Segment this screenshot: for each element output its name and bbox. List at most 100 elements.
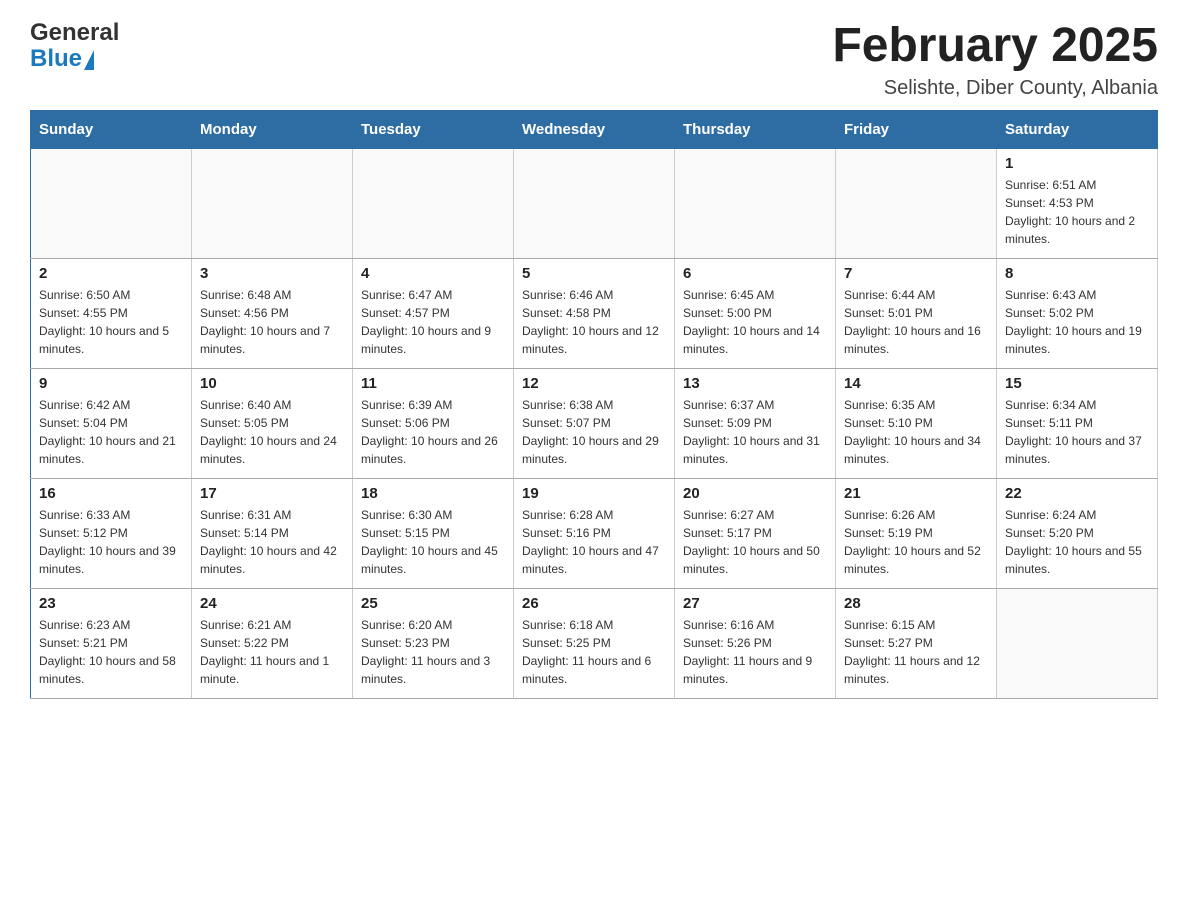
col-monday: Monday: [192, 110, 353, 148]
calendar-cell: [353, 148, 514, 258]
calendar-cell: 3 Sunrise: 6:48 AMSunset: 4:56 PMDaylight…: [192, 258, 353, 368]
day-info: Sunrise: 6:47 AMSunset: 4:57 PMDaylight:…: [361, 286, 505, 358]
day-info: Sunrise: 6:48 AMSunset: 4:56 PMDaylight:…: [200, 286, 344, 358]
day-number: 10: [200, 375, 344, 392]
day-info: Sunrise: 6:21 AMSunset: 5:22 PMDaylight:…: [200, 616, 344, 688]
calendar-cell: [514, 148, 675, 258]
col-tuesday: Tuesday: [353, 110, 514, 148]
title-block: February 2025 Selishte, Diber County, Al…: [832, 20, 1158, 100]
col-saturday: Saturday: [997, 110, 1158, 148]
calendar-table: Sunday Monday Tuesday Wednesday Thursday…: [30, 110, 1158, 699]
day-info: Sunrise: 6:26 AMSunset: 5:19 PMDaylight:…: [844, 506, 988, 578]
logo-blue-text: Blue: [30, 46, 82, 72]
logo-general: General: [30, 20, 119, 46]
day-number: 15: [1005, 375, 1149, 392]
calendar-week-3: 9Sunrise: 6:42 AMSunset: 5:04 PMDaylight…: [31, 368, 1158, 478]
page-header: General Blue February 2025 Selishte, Dib…: [30, 20, 1158, 100]
calendar-cell: 12Sunrise: 6:38 AMSunset: 5:07 PMDayligh…: [514, 368, 675, 478]
calendar-cell: 1Sunrise: 6:51 AMSunset: 4:53 PMDaylight…: [997, 148, 1158, 258]
day-number: 6: [683, 265, 827, 282]
day-number: 27: [683, 595, 827, 612]
day-number: 21: [844, 485, 988, 502]
day-info: Sunrise: 6:30 AMSunset: 5:15 PMDaylight:…: [361, 506, 505, 578]
col-sunday: Sunday: [31, 110, 192, 148]
calendar-cell: 10 Sunrise: 6:40 AMSunset: 5:05 PMDayligh…: [192, 368, 353, 478]
day-info: Sunrise: 6:51 AMSunset: 4:53 PMDaylight:…: [1005, 176, 1149, 248]
calendar-cell: 6Sunrise: 6:45 AMSunset: 5:00 PMDaylight…: [675, 258, 836, 368]
calendar-cell: 7 Sunrise: 6:44 AMSunset: 5:01 PMDaylight…: [836, 258, 997, 368]
calendar-cell: [997, 588, 1158, 698]
day-info: Sunrise: 6:23 AMSunset: 5:21 PMDaylight:…: [39, 616, 183, 688]
day-info: Sunrise: 6:31 AMSunset: 5:14 PMDaylight:…: [200, 506, 344, 578]
calendar-cell: 5Sunrise: 6:46 AMSunset: 4:58 PMDaylight…: [514, 258, 675, 368]
day-info: Sunrise: 6:15 AMSunset: 5:27 PMDaylight:…: [844, 616, 988, 688]
day-info: Sunrise: 6:44 AMSunset: 5:01 PMDaylight:…: [844, 286, 988, 358]
day-info: Sunrise: 6:33 AMSunset: 5:12 PMDaylight:…: [39, 506, 183, 578]
calendar-cell: 23 Sunrise: 6:23 AMSunset: 5:21 PMDayligh…: [31, 588, 192, 698]
calendar-cell: 27 Sunrise: 6:16 AMSunset: 5:26 PMDayligh…: [675, 588, 836, 698]
calendar-cell: 13 Sunrise: 6:37 AMSunset: 5:09 PMDayligh…: [675, 368, 836, 478]
col-thursday: Thursday: [675, 110, 836, 148]
logo-triangle-icon: [84, 50, 94, 70]
calendar-cell: 16Sunrise: 6:33 AMSunset: 5:12 PMDayligh…: [31, 478, 192, 588]
day-info: Sunrise: 6:43 AMSunset: 5:02 PMDaylight:…: [1005, 286, 1149, 358]
day-number: 9: [39, 375, 183, 392]
calendar-cell: 11Sunrise: 6:39 AMSunset: 5:06 PMDayligh…: [353, 368, 514, 478]
calendar-cell: 4 Sunrise: 6:47 AMSunset: 4:57 PMDaylight…: [353, 258, 514, 368]
day-info: Sunrise: 6:27 AMSunset: 5:17 PMDaylight:…: [683, 506, 827, 578]
day-info: Sunrise: 6:24 AMSunset: 5:20 PMDaylight:…: [1005, 506, 1149, 578]
day-number: 19: [522, 485, 666, 502]
location-subtitle: Selishte, Diber County, Albania: [832, 77, 1158, 100]
calendar-week-4: 16Sunrise: 6:33 AMSunset: 5:12 PMDayligh…: [31, 478, 1158, 588]
day-number: 14: [844, 375, 988, 392]
logo-shape: General Blue: [30, 20, 119, 73]
day-number: 8: [1005, 265, 1149, 282]
day-info: Sunrise: 6:40 AMSunset: 5:05 PMDaylight:…: [200, 396, 344, 468]
day-info: Sunrise: 6:38 AMSunset: 5:07 PMDaylight:…: [522, 396, 666, 468]
day-info: Sunrise: 6:18 AMSunset: 5:25 PMDaylight:…: [522, 616, 666, 688]
calendar-cell: [192, 148, 353, 258]
calendar-week-5: 23 Sunrise: 6:23 AMSunset: 5:21 PMDayligh…: [31, 588, 1158, 698]
calendar-cell: 8 Sunrise: 6:43 AMSunset: 5:02 PMDaylight…: [997, 258, 1158, 368]
day-number: 24: [200, 595, 344, 612]
calendar-cell: [836, 148, 997, 258]
day-number: 5: [522, 265, 666, 282]
calendar-cell: [31, 148, 192, 258]
calendar-cell: 28 Sunrise: 6:15 AMSunset: 5:27 PMDayligh…: [836, 588, 997, 698]
calendar-cell: 14 Sunrise: 6:35 AMSunset: 5:10 PMDayligh…: [836, 368, 997, 478]
day-info: Sunrise: 6:50 AMSunset: 4:55 PMDaylight:…: [39, 286, 183, 358]
day-info: Sunrise: 6:35 AMSunset: 5:10 PMDaylight:…: [844, 396, 988, 468]
day-number: 3: [200, 265, 344, 282]
calendar-cell: 20 Sunrise: 6:27 AMSunset: 5:17 PMDayligh…: [675, 478, 836, 588]
calendar-cell: 19 Sunrise: 6:28 AMSunset: 5:16 PMDayligh…: [514, 478, 675, 588]
calendar-cell: 21 Sunrise: 6:26 AMSunset: 5:19 PMDayligh…: [836, 478, 997, 588]
calendar-cell: 15 Sunrise: 6:34 AMSunset: 5:11 PMDayligh…: [997, 368, 1158, 478]
day-number: 23: [39, 595, 183, 612]
day-number: 7: [844, 265, 988, 282]
logo: General Blue: [30, 20, 119, 73]
calendar-cell: 9Sunrise: 6:42 AMSunset: 5:04 PMDaylight…: [31, 368, 192, 478]
month-title: February 2025: [832, 20, 1158, 73]
day-info: Sunrise: 6:37 AMSunset: 5:09 PMDaylight:…: [683, 396, 827, 468]
day-number: 20: [683, 485, 827, 502]
calendar-cell: 2 Sunrise: 6:50 AMSunset: 4:55 PMDaylight…: [31, 258, 192, 368]
calendar-cell: 25Sunrise: 6:20 AMSunset: 5:23 PMDayligh…: [353, 588, 514, 698]
col-friday: Friday: [836, 110, 997, 148]
day-number: 4: [361, 265, 505, 282]
day-number: 26: [522, 595, 666, 612]
day-info: Sunrise: 6:34 AMSunset: 5:11 PMDaylight:…: [1005, 396, 1149, 468]
day-info: Sunrise: 6:28 AMSunset: 5:16 PMDaylight:…: [522, 506, 666, 578]
day-number: 13: [683, 375, 827, 392]
day-number: 22: [1005, 485, 1149, 502]
calendar-cell: 24 Sunrise: 6:21 AMSunset: 5:22 PMDayligh…: [192, 588, 353, 698]
day-number: 18: [361, 485, 505, 502]
calendar-cell: 26 Sunrise: 6:18 AMSunset: 5:25 PMDayligh…: [514, 588, 675, 698]
day-number: 25: [361, 595, 505, 612]
day-number: 2: [39, 265, 183, 282]
day-number: 28: [844, 595, 988, 612]
calendar-week-1: 1Sunrise: 6:51 AMSunset: 4:53 PMDaylight…: [31, 148, 1158, 258]
calendar-cell: 18 Sunrise: 6:30 AMSunset: 5:15 PMDayligh…: [353, 478, 514, 588]
day-info: Sunrise: 6:16 AMSunset: 5:26 PMDaylight:…: [683, 616, 827, 688]
day-number: 17: [200, 485, 344, 502]
calendar-week-2: 2 Sunrise: 6:50 AMSunset: 4:55 PMDaylight…: [31, 258, 1158, 368]
